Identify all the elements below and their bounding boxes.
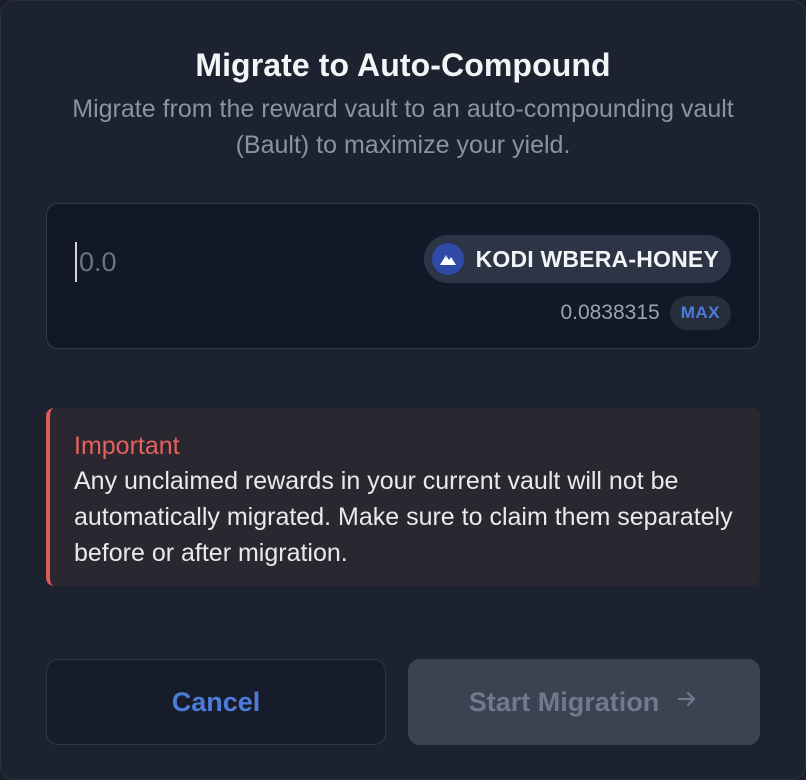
max-button[interactable]: MAX <box>669 296 731 330</box>
balance-value: 0.0838315 <box>560 301 660 324</box>
token-label: KODI WBERA-HONEY <box>475 245 719 272</box>
arrow-right-icon <box>675 687 699 718</box>
cancel-button[interactable]: Cancel <box>46 659 386 745</box>
dialog-subtitle: Migrate from the reward vault to an auto… <box>72 95 734 159</box>
balance-row: 0.0838315 MAX <box>560 296 731 330</box>
important-alert: Important Any unclaimed rewards in your … <box>46 408 760 586</box>
start-migration-button[interactable]: Start Migration <box>408 659 760 745</box>
alert-title: Important <box>74 432 180 460</box>
start-migration-label: Start Migration <box>468 686 660 717</box>
token-selector[interactable]: KODI WBERA-HONEY <box>423 235 731 283</box>
migrate-dialog: Migrate to Auto-Compound Migrate from th… <box>0 0 806 780</box>
cancel-button-label: Cancel <box>171 686 261 717</box>
alert-body: Any unclaimed rewards in your current va… <box>74 467 733 567</box>
dialog-title: Migrate to Auto-Compound <box>195 47 611 83</box>
amount-input[interactable] <box>75 242 379 282</box>
kodiak-mountain-icon <box>431 243 464 275</box>
amount-panel: KODI WBERA-HONEY 0.0838315 MAX <box>46 203 760 349</box>
